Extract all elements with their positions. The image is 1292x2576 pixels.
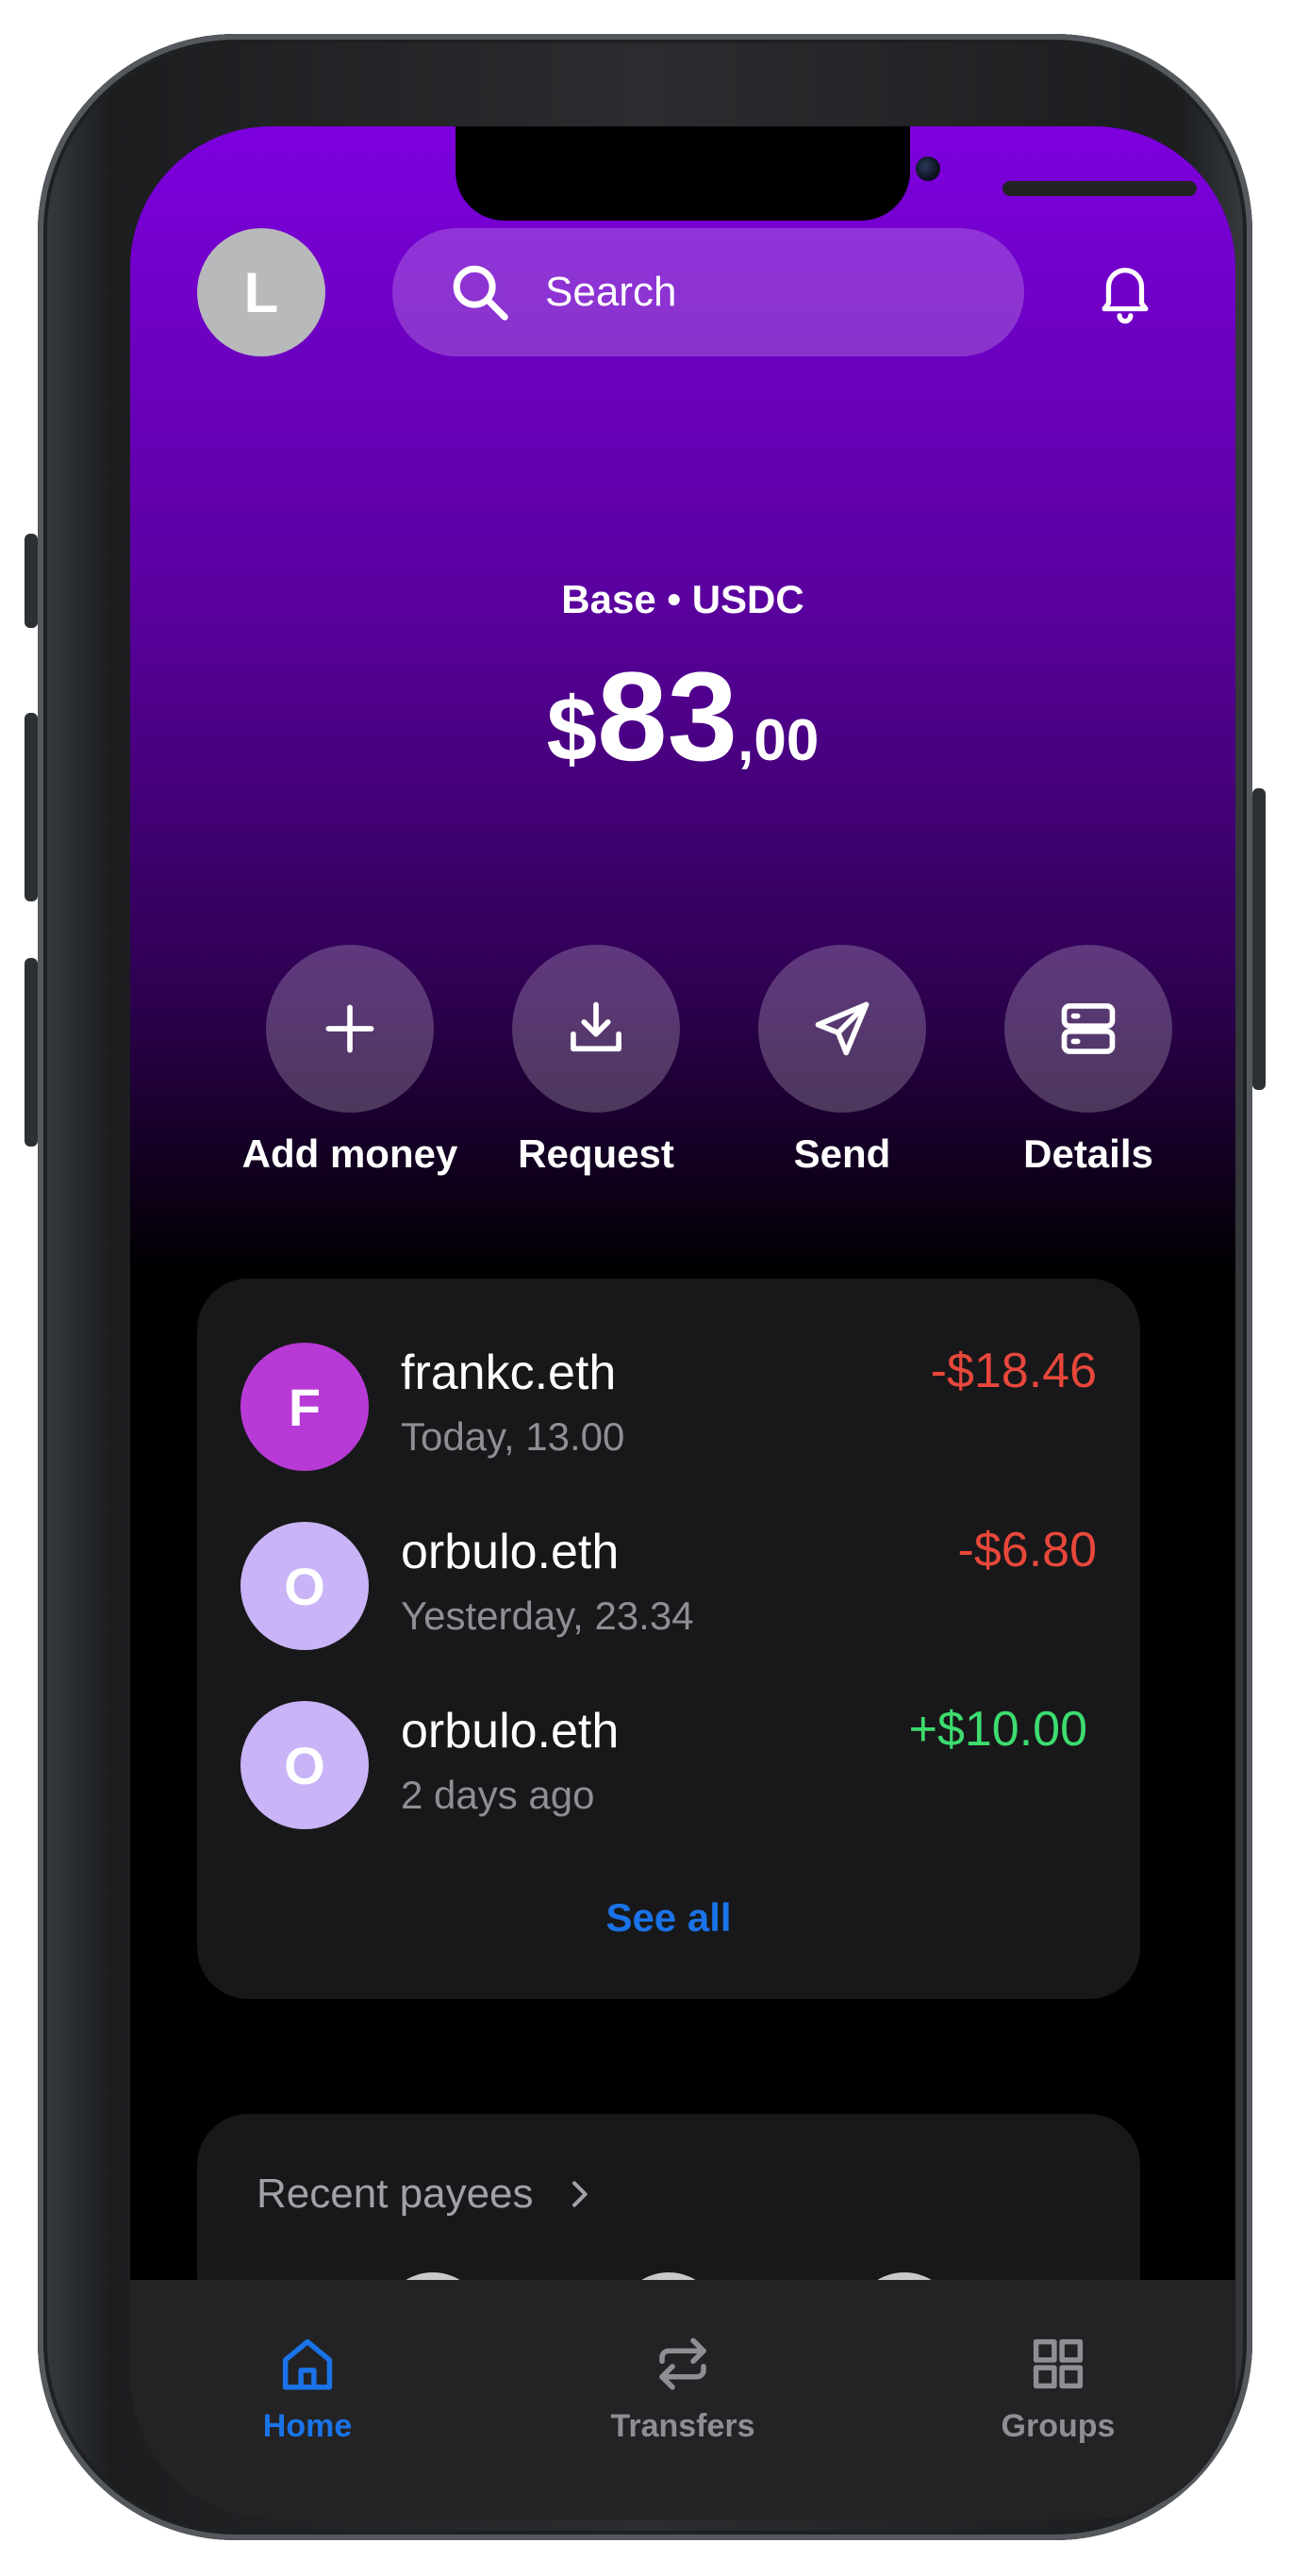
home-icon xyxy=(282,2338,333,2390)
bell-icon[interactable] xyxy=(1092,258,1158,326)
server-icon xyxy=(1061,1003,1116,1054)
balance-decimal: ,00 xyxy=(737,708,820,773)
notch xyxy=(456,126,1197,221)
tab-transfers-label: Transfers xyxy=(610,2408,755,2444)
transaction-amount: -$18.46 xyxy=(930,1344,1097,1398)
chevron-right-icon xyxy=(571,2181,588,2207)
plus-icon xyxy=(325,1004,374,1053)
tab-groups[interactable]: Groups xyxy=(945,2333,1171,2445)
silent-switch xyxy=(25,534,38,628)
send-label: Send xyxy=(793,1131,891,1176)
search-icon xyxy=(453,265,508,321)
transaction-amount: +$10.00 xyxy=(908,1702,1087,1757)
transaction-avatar: O xyxy=(240,1522,369,1650)
tab-bar: Home Transfers Groups xyxy=(130,2280,1235,2519)
transaction-time: 2 days ago xyxy=(401,1773,595,1817)
volume-down-button xyxy=(25,958,38,1147)
add-money-button[interactable]: Add money xyxy=(227,945,472,1190)
transaction-name: orbulo.eth xyxy=(401,1704,620,1759)
volume-up-button xyxy=(25,713,38,901)
recent-payees-title: Recent payees xyxy=(257,2171,534,2217)
front-camera xyxy=(916,157,940,181)
balance-integer: 83 xyxy=(597,647,738,787)
earpiece-speaker xyxy=(1002,181,1197,196)
transaction-name: orbulo.eth xyxy=(401,1525,620,1579)
transaction-amount: -$6.80 xyxy=(957,1523,1097,1577)
tab-home[interactable]: Home xyxy=(194,2333,421,2445)
balance-currency: $ xyxy=(546,679,598,780)
power-button xyxy=(1252,788,1266,1090)
tab-transfers[interactable]: Transfers xyxy=(570,2333,796,2445)
send-button[interactable]: Send xyxy=(720,945,965,1190)
transaction-row[interactable]: O orbulo.eth 2 days ago +$10.00 xyxy=(240,1701,1097,1833)
profile-avatar[interactable]: L xyxy=(197,228,325,356)
transaction-row[interactable]: O orbulo.eth Yesterday, 23.34 -$6.80 xyxy=(240,1522,1097,1654)
send-icon xyxy=(815,1001,870,1056)
transaction-time: Today, 13.00 xyxy=(401,1414,625,1459)
tab-home-label: Home xyxy=(262,2408,353,2444)
details-label: Details xyxy=(1023,1131,1153,1176)
transactions-card: F frankc.eth Today, 13.00 -$18.46 O orbu… xyxy=(197,1279,1140,1999)
transaction-name: frankc.eth xyxy=(401,1346,617,1400)
request-circle[interactable] xyxy=(512,945,680,1113)
transaction-time: Yesterday, 23.34 xyxy=(401,1593,694,1638)
search-bar[interactable]: Search xyxy=(392,228,1024,356)
details-button[interactable]: Details xyxy=(966,945,1211,1190)
phone-frame: L Search Base • USDC $83,00 Add money Re… xyxy=(25,34,1266,2540)
transaction-avatar: O xyxy=(240,1701,369,1829)
transaction-avatar: F xyxy=(240,1343,369,1471)
see-all-link[interactable]: See all xyxy=(197,1895,1140,1940)
add-money-circle[interactable] xyxy=(266,945,434,1113)
details-circle[interactable] xyxy=(1004,945,1172,1113)
network-label: Base • USDC xyxy=(561,577,804,621)
search-placeholder: Search xyxy=(545,269,677,315)
recent-payees-header[interactable]: Recent payees xyxy=(257,2171,598,2218)
balance-amount: $83,00 xyxy=(130,654,1235,781)
send-circle[interactable] xyxy=(758,945,926,1113)
grid-icon xyxy=(1033,2338,1084,2389)
transaction-row[interactable]: F frankc.eth Today, 13.00 -$18.46 xyxy=(240,1343,1097,1475)
transfer-icon xyxy=(659,2337,706,2390)
request-button[interactable]: Request xyxy=(473,945,719,1190)
app-screen: L Search Base • USDC $83,00 Add money Re… xyxy=(130,126,1235,2519)
add-money-label: Add money xyxy=(241,1131,458,1176)
download-icon xyxy=(571,1001,621,1052)
tab-groups-label: Groups xyxy=(1001,2408,1116,2444)
request-label: Request xyxy=(518,1131,674,1176)
